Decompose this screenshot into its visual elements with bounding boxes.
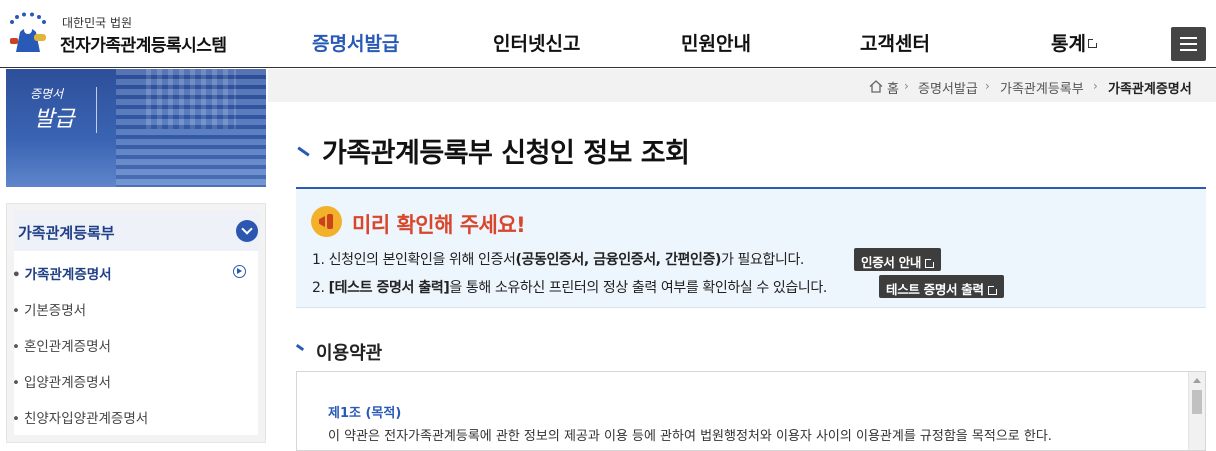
all-menu-button[interactable] (1171, 27, 1206, 61)
scroll-thumb[interactable] (1192, 390, 1202, 414)
sidebar-item-basic[interactable]: • 기본증명서 (12, 299, 86, 319)
title-accent-mark (297, 146, 310, 157)
play-circle-icon (233, 265, 246, 278)
scroll-up-icon[interactable] (1193, 378, 1201, 383)
terms-article-body: 이 약관은 전자가족관계등록에 관한 정보의 제공과 이용 등에 관하여 법원행… (328, 429, 1052, 444)
notice-title: 미리 확인해 주세요! (352, 213, 526, 237)
terms-scrollbar[interactable] (1188, 372, 1205, 450)
breadcrumb-home[interactable]: 홈 (887, 78, 899, 97)
sidebar-item-full-adoption[interactable]: • 친양자입양관계증명서 (12, 407, 148, 427)
home-icon[interactable] (869, 80, 883, 93)
notice-line-2: 2. [테스트 증명서 출력]을 통해 소유하신 프린터의 정상 출력 여부를 … (312, 280, 827, 296)
notice-line-1: 1. 신청인의 본인확인을 위해 인증서(공동인증서, 금융인증서, 간편인증)… (312, 252, 804, 268)
section-accent-mark (295, 343, 305, 352)
breadcrumb-item[interactable]: 증명서발급 (918, 78, 978, 97)
nav-statistics-label: 통계 (1051, 33, 1086, 55)
banner-big-text: 발급 (34, 107, 75, 132)
logo-title: 전자가족관계등록시스템 (60, 36, 227, 56)
sidebar-item-marriage[interactable]: • 혼인관계증명서 (12, 335, 111, 355)
sidebar-item-adoption[interactable]: • 입양관계증명서 (12, 371, 111, 391)
external-link-icon (1087, 37, 1099, 48)
court-emblem-icon (10, 12, 46, 52)
section-title-terms: 이용약관 (316, 343, 383, 364)
notice-box: 미리 확인해 주세요! 1. 신청인의 본인확인을 위해 인증서(공동인증서, … (296, 187, 1206, 308)
site-logo[interactable]: 대한민국 법원 전자가족관계등록시스템 (6, 10, 236, 58)
chevron-right-icon: › (985, 79, 990, 93)
sidebar-group-label: 가족관계등록부 (18, 224, 115, 242)
sidebar-item-label: 기본증명서 (23, 303, 87, 319)
breadcrumb-current: 가족관계증명서 (1108, 82, 1192, 97)
hamburger-icon (1180, 37, 1197, 39)
sidebar-banner: 증명서 발급 (6, 69, 266, 187)
nav-customer-center[interactable]: 고객센터 (860, 0, 930, 68)
new-window-icon (987, 284, 999, 295)
nav-internet-report[interactable]: 인터넷신고 (493, 0, 580, 68)
terms-box[interactable]: 제1조 (목적) 이 약관은 전자가족관계등록에 관한 정보의 제공과 이용 등… (296, 371, 1206, 451)
sidebar-item-label: 가족관계증명서 (24, 267, 112, 283)
nav-civil-guide[interactable]: 민원안내 (681, 0, 751, 68)
chevron-down-icon[interactable] (236, 220, 258, 242)
certificate-guide-button[interactable]: 인증서 안내 (854, 248, 942, 271)
megaphone-icon (311, 206, 342, 237)
new-window-icon (925, 257, 937, 268)
chevron-right-icon: › (904, 79, 909, 93)
breadcrumb-item[interactable]: 가족관계등록부 (1000, 78, 1084, 97)
nav-statistics[interactable]: 통계 (1051, 0, 1099, 68)
terms-article-title: 제1조 (목적) (328, 406, 402, 421)
sidebar-item-label: 친양자입양관계증명서 (23, 411, 149, 427)
nav-certificate-issue[interactable]: 증명서발급 (312, 0, 399, 68)
sidebar-group-header[interactable]: 가족관계등록부 (14, 211, 260, 251)
site-header: 대한민국 법원 전자가족관계등록시스템 증명서발급 인터넷신고 민원안내 고객센… (0, 0, 1216, 68)
logo-subtitle: 대한민국 법원 (62, 16, 133, 30)
sidebar-item-label: 입양관계증명서 (23, 375, 111, 391)
page-title: 가족관계등록부 신청인 정보 조회 (322, 138, 690, 169)
sidebar-item-label: 혼인관계증명서 (23, 339, 111, 355)
sidebar-item-family-relation[interactable]: • 가족관계증명서 (12, 263, 112, 283)
banner-small-text: 증명서 (30, 87, 64, 101)
chevron-right-icon: › (1093, 79, 1098, 93)
test-certificate-print-button[interactable]: 테스트 증명서 출력 (879, 275, 1004, 298)
